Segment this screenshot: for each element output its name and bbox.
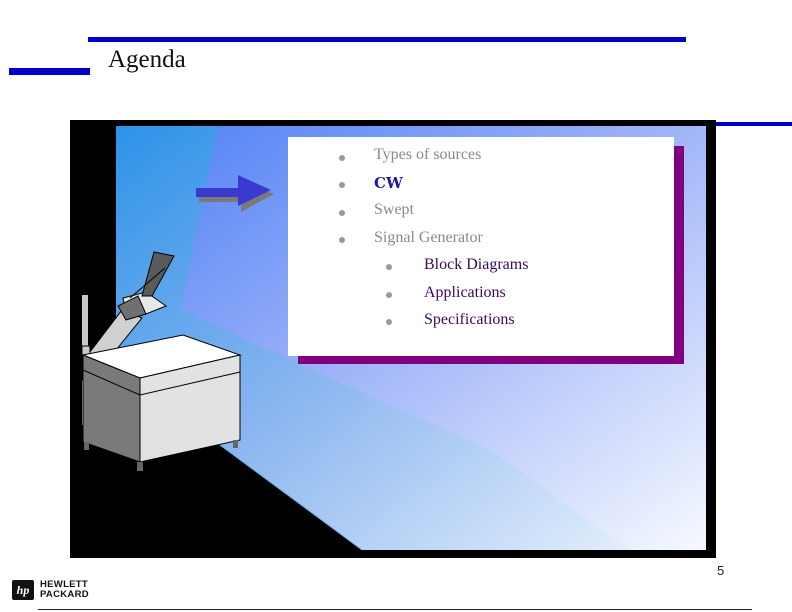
- agenda-subitem-specifications: Specifications: [424, 311, 515, 328]
- agenda-item-types-of-sources: Types of sources: [374, 146, 482, 163]
- company-name-line2: PACKARD: [40, 589, 89, 600]
- bullet-icon: [339, 210, 345, 216]
- bullet-icon: [339, 155, 345, 161]
- agenda-subitem-block-diagrams: Block Diagrams: [424, 256, 529, 273]
- slide-title: Agenda: [108, 46, 186, 73]
- bullet-icon: [386, 264, 392, 270]
- bullet-icon: [386, 292, 392, 298]
- company-name: HEWLETT PACKARD: [40, 580, 89, 600]
- agenda-item-swept: Swept: [374, 201, 414, 218]
- bullet-icon: [339, 182, 345, 188]
- header-rule-top: [88, 37, 686, 42]
- footer-rule: [38, 609, 752, 610]
- header-rule-left: [9, 68, 90, 75]
- page-number: 5: [717, 563, 725, 578]
- bullet-icon: [386, 319, 392, 325]
- agenda-subitem-applications: Applications: [424, 284, 506, 301]
- agenda-box: Types of sources CW Swept Signal Generat…: [288, 137, 674, 356]
- bullet-icon: [339, 237, 345, 243]
- agenda-item-signal-generator: Signal Generator: [374, 229, 483, 246]
- agenda-item-cw-current: CW: [374, 174, 403, 192]
- hp-logo-mark-icon: hp: [12, 580, 34, 600]
- header-rule-right: [716, 122, 792, 126]
